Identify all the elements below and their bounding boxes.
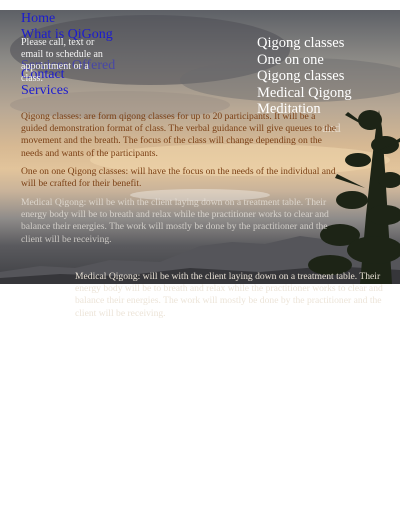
class-list: Qigong classes One on one Qigong classes…: [257, 35, 352, 118]
class-item: Qigong classes: [257, 35, 345, 51]
class-item: Medical Qigong: [257, 84, 352, 101]
qigong-classes-description: Qigong classes: are form qigong classes …: [21, 111, 336, 159]
medical-qigong-description-faded: Medical Qigong: will be with the client …: [21, 197, 329, 245]
nav-link-home[interactable]: Home: [21, 11, 55, 26]
nav-item-services: Services: [21, 83, 113, 99]
class-item: Qigong classes: [257, 68, 345, 85]
appointment-note: Please call, text or email to schedule a…: [21, 37, 103, 84]
nav-item-home: Home: [21, 11, 113, 27]
nav-link-services[interactable]: Services: [21, 83, 68, 98]
medical-qigong-description: Medical Qigong: will be with the client …: [75, 271, 383, 319]
class-item: One on one: [257, 51, 324, 68]
one-on-one-description: One on one Qigong classes: will have the…: [21, 166, 336, 190]
